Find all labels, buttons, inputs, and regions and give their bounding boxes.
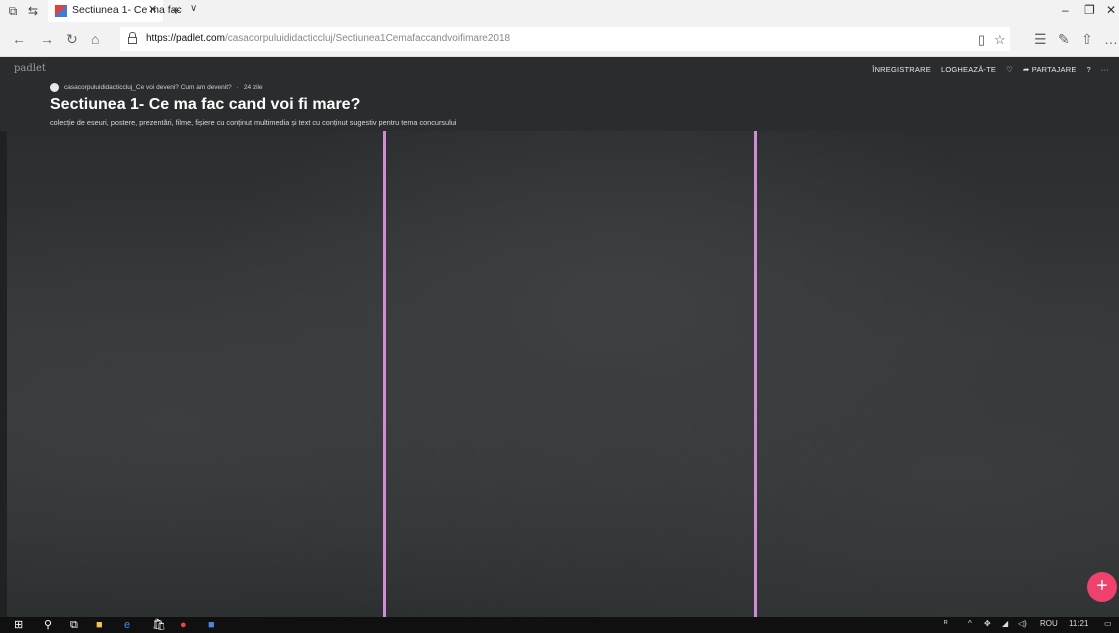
file-explorer-icon[interactable]: ■ [96, 618, 103, 632]
web-note-icon[interactable]: ✎ [1058, 31, 1070, 47]
padlet-favicon-icon [55, 5, 67, 17]
tab-menu-chevron-icon[interactable]: ∨ [190, 3, 197, 14]
share-label: PARTAJARE [1031, 65, 1077, 74]
close-window-icon[interactable]: ✕ [1106, 3, 1116, 17]
minimize-icon[interactable]: – [1062, 3, 1069, 17]
new-tab-icon[interactable]: + [172, 2, 180, 18]
separator-dot: · [236, 84, 239, 91]
word-icon[interactable]: ■ [208, 618, 215, 632]
chrome-icon[interactable]: ● [180, 618, 187, 632]
tray-app-icon[interactable]: ✥ [984, 619, 991, 628]
store-icon[interactable]: 🛍 [152, 618, 166, 632]
notifications-icon[interactable]: ▭ [1104, 619, 1112, 628]
windows-taskbar: ⊞ ⚲ ⧉ ■ e 🛍 ● ■ ᴿ ^ ✥ ◢ ◁) ROU 11:21 ▭ [0, 617, 1119, 633]
add-post-button[interactable]: + [1087, 572, 1117, 602]
set-aside-tabs-icon[interactable]: ⇆ [26, 4, 40, 18]
column-divider [383, 131, 386, 617]
overflow-menu-icon[interactable]: ··· [1101, 65, 1109, 74]
browser-titlebar: ⧉ ⇆ Sectiunea 1- Ce ma fac ✕ + ∨ – ❐ ✕ [0, 0, 1119, 22]
padlet-logo[interactable]: padlet [14, 63, 46, 74]
language-indicator[interactable]: ROU [1040, 619, 1058, 628]
avatar [50, 83, 59, 92]
url-text: https://padlet.com/casacorpuluididacticc… [146, 33, 511, 44]
search-icon[interactable]: ⚲ [44, 618, 52, 632]
people-icon[interactable]: ᴿ [944, 619, 948, 628]
back-icon[interactable]: ← [12, 31, 26, 47]
browser-navbar: ← → ↻ ⌂ https://padlet.com/casacorpuluid… [0, 22, 1119, 57]
share-icon[interactable]: ⇧ [1081, 31, 1093, 47]
help-icon[interactable]: ? [1087, 65, 1091, 74]
restore-icon[interactable]: ❐ [1084, 3, 1095, 17]
padlet-board[interactable] [7, 131, 1119, 617]
column-divider [754, 131, 757, 617]
volume-icon[interactable]: ◁) [1018, 619, 1027, 628]
share-button[interactable]: ➦ PARTAJARE [1023, 65, 1077, 74]
windows-start-icon[interactable]: ⊞ [14, 618, 23, 632]
register-button[interactable]: ÎNREGISTRARE [872, 65, 931, 74]
tab-close-icon[interactable]: ✕ [148, 3, 157, 16]
network-icon[interactable]: ◢ [1002, 619, 1008, 628]
heart-icon[interactable]: ♡ [1006, 65, 1013, 74]
page-title: Sectiunea 1- Ce ma fac cand voi fi mare? [50, 96, 361, 113]
refresh-icon[interactable]: ↻ [66, 31, 78, 47]
browser-tab[interactable]: Sectiunea 1- Ce ma fac ✕ [48, 0, 182, 22]
more-icon[interactable]: … [1104, 31, 1118, 47]
padlet-header: padlet ÎNREGISTRARE LOGHEAZĂ-TE ♡ ➦ PART… [0, 57, 1119, 131]
author-name[interactable]: casacorpuluididacticcluj_Ce voi deveni? … [64, 84, 232, 91]
padlet-top-nav: ÎNREGISTRARE LOGHEAZĂ-TE ♡ ➦ PARTAJARE ?… [872, 65, 1109, 74]
favorite-star-icon[interactable]: ☆ [994, 32, 1006, 48]
page-description: colecție de eseuri, postere, prezentări,… [50, 118, 457, 127]
edge-browser-icon[interactable]: e [124, 618, 130, 632]
favorites-hub-icon[interactable]: ☰ [1034, 31, 1047, 47]
padlet-age: 24 zile [243, 84, 263, 91]
forward-icon[interactable]: → [40, 31, 54, 47]
reading-view-icon[interactable]: ▯ [978, 32, 985, 48]
tab-actions-icon[interactable]: ⧉ [6, 4, 20, 18]
tray-chevron-icon[interactable]: ^ [968, 619, 972, 628]
share-arrow-icon: ➦ [1023, 65, 1032, 74]
home-icon[interactable]: ⌂ [91, 31, 99, 47]
clock-time[interactable]: 11:21 [1069, 619, 1088, 628]
login-button[interactable]: LOGHEAZĂ-TE [941, 65, 996, 74]
lock-icon [128, 32, 137, 44]
address-bar[interactable]: https://padlet.com/casacorpuluididacticc… [120, 27, 1010, 51]
author-row: casacorpuluididacticcluj_Ce voi deveni? … [50, 83, 263, 92]
task-view-icon[interactable]: ⧉ [70, 618, 78, 632]
tab-title: Sectiunea 1- Ce ma fac [72, 4, 182, 16]
